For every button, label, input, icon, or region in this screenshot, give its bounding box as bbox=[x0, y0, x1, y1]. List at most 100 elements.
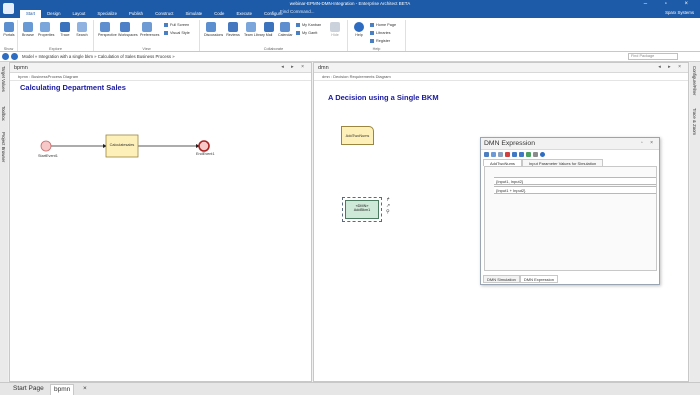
properties-button[interactable]: Properties bbox=[38, 22, 54, 37]
dmn-expression-tab[interactable]: DMN Expression bbox=[519, 275, 558, 283]
validate-icon[interactable] bbox=[526, 152, 531, 157]
dmn-window-controls[interactable]: ▫ × bbox=[641, 140, 656, 146]
reviews-button[interactable]: Reviews bbox=[226, 22, 240, 37]
end-event-shape[interactable] bbox=[198, 140, 210, 152]
bkm-shape[interactable]: «DMN» AddBkm1 bbox=[345, 200, 379, 219]
dmn-tabs: AddTwoNums Input Parameter Values for Si… bbox=[483, 159, 604, 166]
bpmn-diagram-pane[interactable]: bpmn ◂ ▸ × bpmn : BusinessProcess Diagra… bbox=[9, 62, 312, 382]
my-kanban-button[interactable]: My Kanban bbox=[296, 23, 321, 27]
start-event-shape[interactable] bbox=[40, 140, 52, 152]
tab-input-parameter-values[interactable]: Input Parameter Values for Simulation bbox=[521, 159, 604, 166]
dmn-pane-controls[interactable]: ◂ ▸ × bbox=[658, 64, 684, 70]
tab-start[interactable]: Start bbox=[20, 10, 42, 18]
trace-icon bbox=[60, 22, 70, 32]
visual-style-button[interactable]: Visual Style bbox=[164, 31, 190, 35]
hide-button[interactable]: Hide bbox=[328, 22, 342, 37]
preferences-button[interactable]: Preferences bbox=[140, 22, 160, 37]
edit-icon[interactable] bbox=[491, 152, 496, 157]
group-label-view: View bbox=[142, 47, 151, 51]
group-label-help: Help bbox=[372, 47, 381, 51]
register-button[interactable]: Register bbox=[370, 39, 390, 43]
toolbox-tab[interactable]: Toolbox bbox=[1, 106, 6, 121]
home-page-button[interactable]: Home Page bbox=[370, 23, 396, 27]
calendar-button[interactable]: Calendar bbox=[278, 22, 293, 37]
back-icon[interactable] bbox=[2, 53, 9, 60]
preferences-icon bbox=[142, 22, 152, 32]
input-data-label: AddTwoNums bbox=[345, 134, 370, 138]
preferences-label: Preferences bbox=[140, 33, 160, 37]
libraries-button[interactable]: Libraries bbox=[370, 31, 391, 35]
close-tab-button[interactable]: × bbox=[80, 384, 90, 395]
tab-specialize[interactable]: Specialize bbox=[91, 10, 123, 18]
bkm-quicklinker-icons[interactable]: ↱ ↗ ⚲ bbox=[386, 197, 390, 215]
calendar-label: Calendar bbox=[278, 33, 293, 37]
target-values-tab[interactable]: Target Values bbox=[1, 66, 6, 92]
ribbon-group-view: Perspective Workspaces Preferences Full … bbox=[94, 20, 200, 51]
window-controls[interactable]: – ▫ × bbox=[644, 1, 696, 7]
move-up-icon[interactable] bbox=[512, 152, 517, 157]
team-library-label: Team Library bbox=[244, 33, 265, 37]
expression-row[interactable]: {Input1, Input2} bbox=[494, 177, 656, 185]
open-icon[interactable] bbox=[498, 152, 503, 157]
ribbon: Portals Show Browse Properties Trace Sea… bbox=[0, 18, 700, 52]
tab-simulate[interactable]: Simulate bbox=[179, 10, 208, 18]
delete-icon[interactable] bbox=[505, 152, 510, 157]
help-icon[interactable] bbox=[540, 152, 545, 157]
project-browser-tab[interactable]: Project Browser bbox=[1, 132, 6, 162]
tab-layout[interactable]: Layout bbox=[66, 10, 91, 18]
home-page-icon bbox=[370, 23, 374, 27]
workspaces-button[interactable]: Workspaces bbox=[118, 22, 138, 37]
visual-style-icon bbox=[164, 31, 168, 35]
ribbon-group-help: Help Home Page Libraries Register Help bbox=[348, 20, 406, 51]
team-library-button[interactable]: Team Library bbox=[244, 22, 265, 37]
tab-publish[interactable]: Publish bbox=[123, 10, 149, 18]
dmn-expression-titlebar: DMN Expression ▫ × bbox=[481, 138, 659, 150]
start-page-tab[interactable]: Start Page bbox=[10, 384, 47, 395]
search-button[interactable]: Search bbox=[75, 22, 89, 37]
breadcrumb[interactable]: Model » Integration with a single bkm » … bbox=[22, 54, 175, 59]
tab-design[interactable]: Design bbox=[41, 10, 66, 18]
end-event-label: EndEvent1 bbox=[196, 152, 215, 156]
group-label-show: Show bbox=[3, 47, 14, 51]
dmn-expression-window: DMN Expression ▫ × AddTwoNums Input Para… bbox=[480, 137, 660, 285]
move-down-icon[interactable] bbox=[519, 152, 524, 157]
ribbon-group-show: Portals Show bbox=[0, 20, 18, 51]
input-data-shape[interactable]: AddTwoNums bbox=[341, 126, 374, 145]
address-bar: Model » Integration with a single bkm » … bbox=[0, 52, 700, 62]
run-icon[interactable] bbox=[533, 152, 538, 157]
expression-row[interactable]: {Input1 + Input2} bbox=[494, 186, 656, 194]
dmn-pane-header: dmn ◂ ▸ × bbox=[314, 63, 688, 73]
full-screen-button[interactable]: Full Screen bbox=[164, 23, 189, 27]
bkm-selection[interactable]: «DMN» AddBkm1 bbox=[342, 197, 382, 222]
team-library-icon bbox=[246, 22, 256, 32]
help-button[interactable]: Help bbox=[352, 22, 366, 37]
bpmn-diagram-canvas[interactable] bbox=[10, 63, 310, 373]
my-gantt-button[interactable]: My Gantt bbox=[296, 31, 317, 35]
search-label: Search bbox=[76, 33, 88, 37]
browse-button[interactable]: Browse bbox=[21, 22, 35, 37]
discussions-button[interactable]: Discussions bbox=[204, 22, 224, 37]
mail-button[interactable]: Mail bbox=[262, 22, 276, 37]
tab-execute[interactable]: Execute bbox=[230, 10, 258, 18]
find-package-input[interactable]: Find Package bbox=[628, 53, 678, 60]
trace-button[interactable]: Trace bbox=[58, 22, 72, 37]
trace-zoom-tab[interactable]: Trace & Zoom bbox=[692, 108, 697, 135]
save-icon[interactable] bbox=[484, 152, 489, 157]
tab-addtwonums[interactable]: AddTwoNums bbox=[483, 159, 522, 166]
discussions-label: Discussions bbox=[204, 33, 224, 37]
user-name[interactable]: Sparx Systems bbox=[665, 10, 694, 15]
forward-icon[interactable] bbox=[11, 53, 18, 60]
dmn-simulation-tab[interactable]: DMN Simulation bbox=[483, 275, 520, 283]
mail-icon bbox=[264, 22, 274, 32]
configure-filter-tab[interactable]: Configure/Filter bbox=[692, 66, 697, 95]
help-icon bbox=[354, 22, 364, 32]
portals-button[interactable]: Portals bbox=[2, 22, 16, 37]
browse-icon bbox=[23, 22, 33, 32]
tab-code[interactable]: Code bbox=[208, 10, 230, 18]
mail-label: Mail bbox=[265, 33, 273, 37]
dmn-expression-grid[interactable]: {Input1, Input2} {Input1 + Input2} bbox=[484, 166, 657, 271]
bpmn-tab[interactable]: bpmn bbox=[50, 384, 75, 395]
tab-configure[interactable]: Configure bbox=[258, 10, 289, 18]
perspective-button[interactable]: Perspective bbox=[98, 22, 117, 37]
tab-construct[interactable]: Construct bbox=[149, 10, 179, 18]
